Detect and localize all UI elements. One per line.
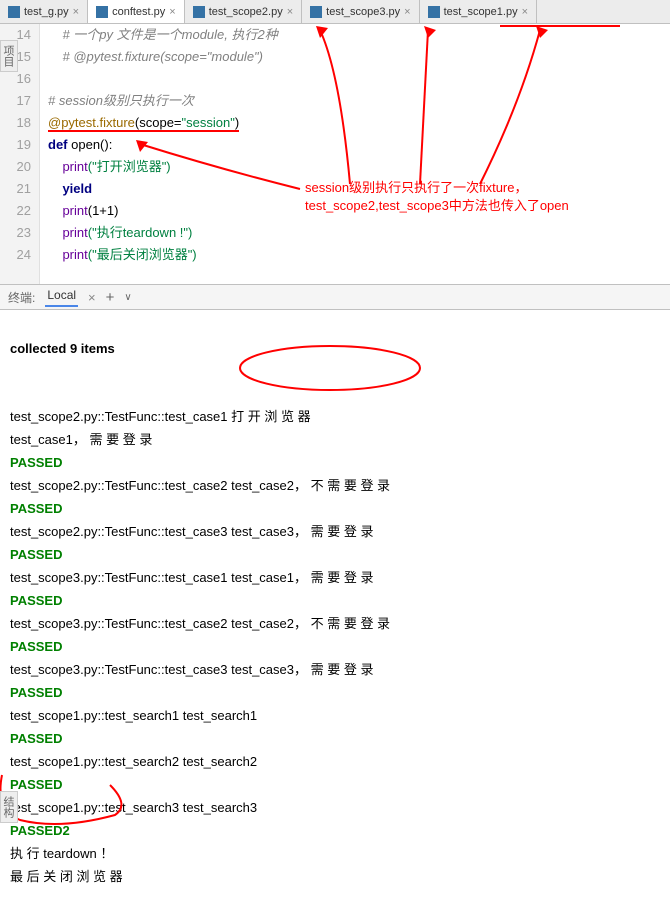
tab-test-g[interactable]: test_g.py × [0, 0, 88, 23]
comment: # session级别只执行一次 [48, 93, 194, 108]
passed-line: PASSED [10, 777, 63, 792]
tab-label: conftest.py [112, 6, 165, 18]
line-number: 24 [0, 244, 31, 266]
comment: # @pytest.fixture(scope="module") [62, 49, 263, 64]
code-editor[interactable]: 14 15 16 17 18 19 20 21 22 23 24 # 一个py … [0, 24, 670, 284]
tab-label: test_g.py [24, 6, 69, 18]
terminal-bar: 终端: Local × + ∨ [0, 284, 670, 310]
output-line: 最 后 关 闭 浏 览 器 [10, 869, 123, 884]
tab-label: test_scope3.py [326, 6, 400, 18]
passed-line: PASSED [10, 501, 63, 516]
side-tool-project[interactable]: 项目 [0, 40, 18, 72]
output-line: test_scope1.py::test_search3 test_search… [10, 800, 257, 815]
code-area[interactable]: # 一个py 文件是一个module, 执行2种 # @pytest.fixtu… [40, 24, 670, 284]
passed-line: PASSED [10, 639, 63, 654]
tab-test-scope3[interactable]: test_scope3.py × [302, 0, 419, 23]
line-number: 20 [0, 156, 31, 178]
python-icon [310, 6, 322, 18]
tab-test-scope2[interactable]: test_scope2.py × [185, 0, 302, 23]
line-number: 22 [0, 200, 31, 222]
python-icon [193, 6, 205, 18]
close-icon[interactable]: × [73, 6, 79, 18]
terminal-tab-local[interactable]: Local [45, 288, 78, 307]
output-line: test_scope2.py::TestFunc::test_case2 tes… [10, 478, 390, 493]
tab-test-scope1[interactable]: test_scope1.py × [420, 0, 537, 23]
tab-label: test_scope1.py [444, 6, 518, 18]
terminal-output[interactable]: collected 9 items test_scope2.py::TestFu… [0, 310, 670, 917]
output-line: test_scope2.py::TestFunc::test_case1 打 开… [10, 409, 311, 424]
output-line: test_scope1.py::test_search2 test_search… [10, 754, 257, 769]
output-line: test_scope1.py::test_search1 test_search… [10, 708, 257, 723]
line-number: 23 [0, 222, 31, 244]
comment: # 一个py 文件是一个module, 执行2种 [62, 27, 277, 42]
passed-line: PASSED [10, 685, 63, 700]
tab-label: test_scope2.py [209, 6, 283, 18]
python-icon [8, 6, 20, 18]
passed-line: PASSED [10, 547, 63, 562]
line-number: 19 [0, 134, 31, 156]
terminal-title: 终端: [8, 289, 35, 306]
output-line: test_scope3.py::TestFunc::test_case1 tes… [10, 570, 373, 585]
output-line: test_scope2.py::TestFunc::test_case3 tes… [10, 524, 373, 539]
close-icon[interactable]: × [522, 6, 528, 18]
close-icon[interactable]: × [287, 6, 293, 18]
passed-line: PASSED [10, 593, 63, 608]
passed-line: PASSED [10, 455, 63, 470]
close-icon[interactable]: × [169, 6, 175, 18]
output-line: 执 行 teardown ！ [10, 846, 113, 861]
line-number: 17 [0, 90, 31, 112]
chevron-down-icon[interactable]: ∨ [124, 292, 131, 303]
output-line: test_scope3.py::TestFunc::test_case2 tes… [10, 616, 390, 631]
close-icon[interactable]: × [404, 6, 410, 18]
output-line: test_scope3.py::TestFunc::test_case3 tes… [10, 662, 373, 677]
annotation-text: session级别执行只执行了一次fixture， test_scope2,te… [305, 179, 569, 215]
side-tool-structure[interactable]: 结构 [0, 791, 18, 823]
add-terminal-button[interactable]: + [106, 289, 115, 306]
close-icon[interactable]: × [88, 290, 96, 305]
python-icon [428, 6, 440, 18]
decorator: @pytest.fixture [48, 115, 135, 130]
line-number: 21 [0, 178, 31, 200]
line-number: 18 [0, 112, 31, 134]
passed-line: PASSED2 [10, 823, 70, 838]
python-icon [96, 6, 108, 18]
tab-conftest[interactable]: conftest.py × [88, 0, 185, 23]
collected-line: collected 9 items [10, 341, 115, 356]
output-line: test_case1， 需 要 登 录 [10, 432, 152, 447]
editor-tabs: test_g.py × conftest.py × test_scope2.py… [0, 0, 670, 24]
passed-line: PASSED [10, 731, 63, 746]
